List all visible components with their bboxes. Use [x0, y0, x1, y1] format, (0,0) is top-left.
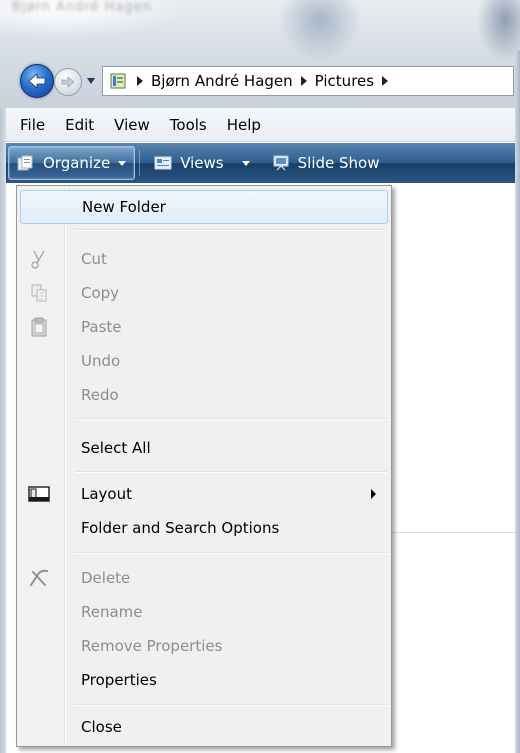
menu-item-remove-properties[interactable]: Remove Properties [20, 629, 388, 663]
menu-item-close[interactable]: Close [20, 710, 388, 744]
menu-item-label: Undo [81, 352, 121, 370]
delete-x-icon [28, 567, 50, 589]
folder-icon [110, 73, 126, 89]
forward-button[interactable] [54, 68, 82, 96]
breadcrumb-pictures[interactable]: Pictures [315, 72, 374, 90]
slide-show-button[interactable]: Slide Show [264, 146, 388, 180]
layout-icon [28, 483, 50, 505]
menu-item-label: Properties [81, 671, 157, 689]
menu-tools[interactable]: Tools [160, 116, 217, 134]
organize-menu: New Folder Cut Copy Paste Undo Redo Sele… [16, 185, 392, 747]
organize-label: Organize [43, 154, 111, 172]
menu-item-select-all[interactable]: Select All [20, 431, 388, 465]
menu-bar: File Edit View Tools Help [6, 108, 515, 142]
menu-item-properties[interactable]: Properties [20, 663, 388, 697]
chevron-down-icon [241, 160, 250, 166]
copy-icon [28, 282, 50, 304]
menu-item-label: Cut [81, 250, 107, 268]
views-label: Views [180, 154, 224, 172]
menu-item-label: Rename [81, 603, 143, 621]
navigation-bar: Bjørn André Hagen Pictures [0, 58, 520, 102]
menu-item-paste[interactable]: Paste [20, 310, 388, 344]
menu-item-layout[interactable]: Layout [20, 477, 388, 511]
chevron-down-icon [87, 78, 95, 84]
breadcrumb-separator[interactable] [137, 76, 143, 86]
command-bar: Organize Views Slide Show [6, 143, 515, 183]
menu-item-undo[interactable]: Undo [20, 344, 388, 378]
menu-item-redo[interactable]: Redo [20, 378, 388, 412]
organize-button[interactable]: Organize [8, 146, 136, 180]
menu-item-label: Delete [81, 569, 131, 587]
menu-help[interactable]: Help [217, 116, 271, 134]
views-button[interactable]: Views [146, 146, 257, 180]
menu-separator [75, 471, 387, 473]
menu-edit[interactable]: Edit [55, 116, 104, 134]
background-window-title: Bjørn André Hagen [12, 0, 152, 15]
menu-item-delete[interactable]: Delete [20, 561, 388, 595]
breadcrumb-separator[interactable] [300, 76, 307, 86]
menu-item-label: Folder and Search Options [81, 519, 280, 537]
organize-icon [17, 155, 33, 171]
menu-separator [75, 229, 387, 231]
menu-item-new-folder[interactable]: New Folder [20, 190, 388, 224]
menu-separator [75, 418, 387, 420]
window-frame-right [515, 50, 520, 753]
menu-item-label: Redo [81, 386, 119, 404]
views-icon [154, 156, 172, 170]
menu-separator [75, 552, 387, 554]
chevron-down-icon [118, 160, 127, 166]
menu-item-folder-options[interactable]: Folder and Search Options [20, 511, 388, 545]
menu-item-label: Remove Properties [81, 637, 223, 655]
menu-separator [75, 704, 387, 706]
breadcrumb-user[interactable]: Bjørn André Hagen [151, 72, 293, 90]
content-divider [392, 532, 515, 533]
address-bar[interactable]: Bjørn André Hagen Pictures [102, 66, 514, 96]
menu-item-rename[interactable]: Rename [20, 595, 388, 629]
command-separator [139, 150, 141, 176]
breadcrumb-separator[interactable] [382, 76, 389, 86]
menu-item-label: New Folder [82, 198, 166, 216]
menu-item-label: Paste [81, 318, 122, 336]
menu-item-label: Copy [81, 284, 120, 302]
menu-item-label: Close [81, 718, 122, 736]
clipboard-icon [28, 316, 50, 338]
menu-item-label: Select All [81, 439, 151, 457]
scissors-icon [28, 248, 50, 270]
recent-pages-dropdown[interactable] [84, 74, 98, 88]
menu-item-cut[interactable]: Cut [20, 242, 388, 276]
menu-item-copy[interactable]: Copy [20, 276, 388, 310]
window-frame-left [0, 108, 6, 753]
arrow-left-icon [28, 73, 46, 89]
menu-item-label: Layout [81, 485, 132, 503]
slide-show-icon [273, 155, 289, 171]
slide-show-label: Slide Show [297, 154, 380, 172]
menu-file[interactable]: File [10, 116, 55, 134]
chevron-right-icon [371, 489, 376, 499]
back-button[interactable] [20, 64, 54, 98]
arrow-right-icon [61, 76, 75, 88]
menu-view[interactable]: View [104, 116, 160, 134]
